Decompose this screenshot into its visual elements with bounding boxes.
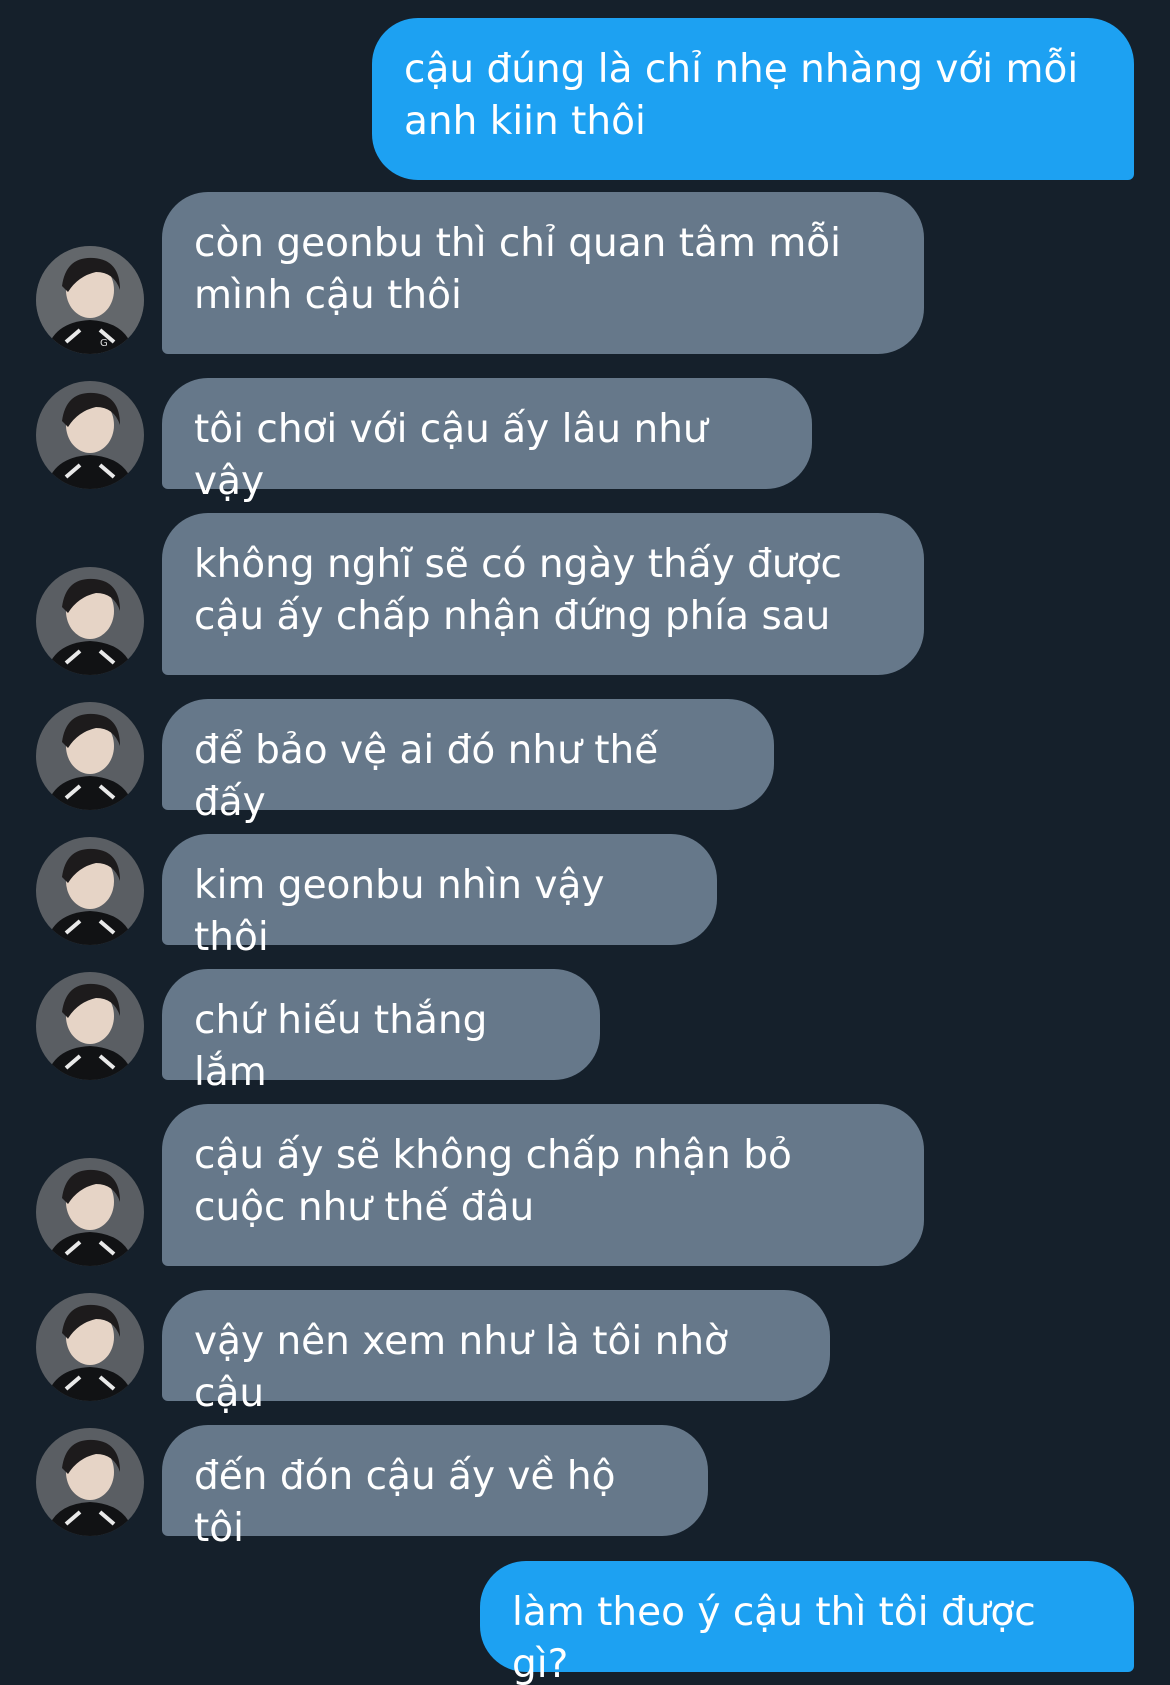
- message-text: làm theo ý cậu thì tôi được gì?: [512, 1590, 1036, 1685]
- avatar-photo-icon: [36, 1293, 144, 1401]
- outgoing-message-bubble[interactable]: cậu đúng là chỉ nhẹ nhàng với mỗi anh ki…: [372, 18, 1134, 180]
- contact-avatar[interactable]: [36, 567, 144, 675]
- incoming-message-bubble[interactable]: không nghĩ sẽ có ngày thấy được cậu ấy c…: [162, 513, 924, 675]
- avatar-photo-icon: [36, 567, 144, 675]
- contact-avatar[interactable]: [36, 381, 144, 489]
- incoming-message-bubble[interactable]: vậy nên xem như là tôi nhờ cậu: [162, 1290, 830, 1416]
- incoming-message-bubble[interactable]: tôi chơi với cậu ấy lâu như vậy: [162, 378, 812, 504]
- outgoing-message-bubble[interactable]: làm theo ý cậu thì tôi được gì?: [480, 1561, 1134, 1685]
- avatar-photo-icon: G: [36, 246, 144, 354]
- incoming-message-bubble[interactable]: để bảo vệ ai đó như thế đấy: [162, 699, 774, 825]
- contact-avatar[interactable]: [36, 702, 144, 810]
- avatar-photo-icon: [36, 972, 144, 1080]
- message-text: vậy nên xem như là tôi nhờ cậu: [194, 1319, 728, 1416]
- avatar-photo-icon: [36, 837, 144, 945]
- message-text: chứ hiếu thắng lắm: [194, 998, 488, 1095]
- contact-avatar[interactable]: [36, 1428, 144, 1536]
- message-text: không nghĩ sẽ có ngày thấy được cậu ấy c…: [194, 542, 842, 639]
- message-text: còn geonbu thì chỉ quan tâm mỗi mình cậu…: [194, 221, 842, 318]
- incoming-message-bubble[interactable]: kim geonbu nhìn vậy thôi: [162, 834, 717, 960]
- avatar-photo-icon: [36, 381, 144, 489]
- incoming-message-bubble[interactable]: cậu ấy sẽ không chấp nhận bỏ cuộc như th…: [162, 1104, 924, 1266]
- chat-thread: cậu đúng là chỉ nhẹ nhàng với mỗi anh ki…: [0, 0, 1170, 1685]
- message-text: tôi chơi với cậu ấy lâu như vậy: [194, 407, 708, 504]
- contact-avatar[interactable]: [36, 972, 144, 1080]
- contact-avatar[interactable]: [36, 1158, 144, 1266]
- avatar-photo-icon: [36, 1158, 144, 1266]
- message-text: đến đón cậu ấy về hộ tôi: [194, 1454, 616, 1551]
- avatar-photo-icon: [36, 702, 144, 810]
- contact-avatar[interactable]: G: [36, 246, 144, 354]
- message-text: cậu đúng là chỉ nhẹ nhàng với mỗi anh ki…: [404, 47, 1079, 144]
- message-text: để bảo vệ ai đó như thế đấy: [194, 728, 659, 825]
- incoming-message-bubble[interactable]: chứ hiếu thắng lắm: [162, 969, 600, 1095]
- message-text: kim geonbu nhìn vậy thôi: [194, 863, 605, 960]
- svg-text:G: G: [100, 338, 108, 349]
- contact-avatar[interactable]: [36, 1293, 144, 1401]
- avatar-photo-icon: [36, 1428, 144, 1536]
- incoming-message-bubble[interactable]: còn geonbu thì chỉ quan tâm mỗi mình cậu…: [162, 192, 924, 354]
- contact-avatar[interactable]: [36, 837, 144, 945]
- incoming-message-bubble[interactable]: đến đón cậu ấy về hộ tôi: [162, 1425, 708, 1551]
- message-text: cậu ấy sẽ không chấp nhận bỏ cuộc như th…: [194, 1133, 792, 1230]
